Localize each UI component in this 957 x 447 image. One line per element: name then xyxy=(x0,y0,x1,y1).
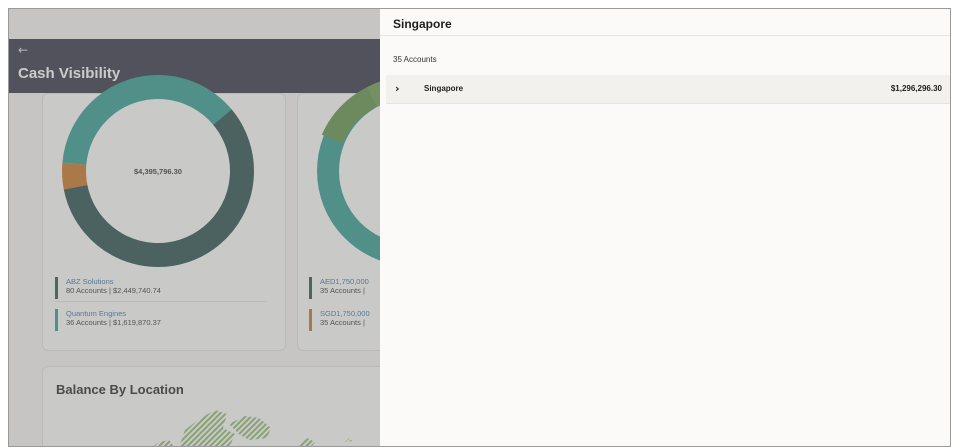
location-detail-panel: Singapore 35 Accounts › Singapore $1,296… xyxy=(380,9,950,446)
row-balance-amount: $1,296,296.30 xyxy=(890,84,942,93)
chevron-right-icon[interactable]: › xyxy=(395,82,400,95)
accounts-count: 35 Accounts xyxy=(393,55,437,64)
panel-divider xyxy=(380,35,950,36)
row-location-name: Singapore xyxy=(424,84,464,93)
location-row-singapore[interactable]: › Singapore $1,296,296.30 xyxy=(386,75,950,104)
panel-title: Singapore xyxy=(393,17,452,31)
modal-backdrop[interactable] xyxy=(9,9,380,446)
app-frame: ← Cash Visibility $4,395,796.30 ABZ Solu… xyxy=(8,8,951,447)
